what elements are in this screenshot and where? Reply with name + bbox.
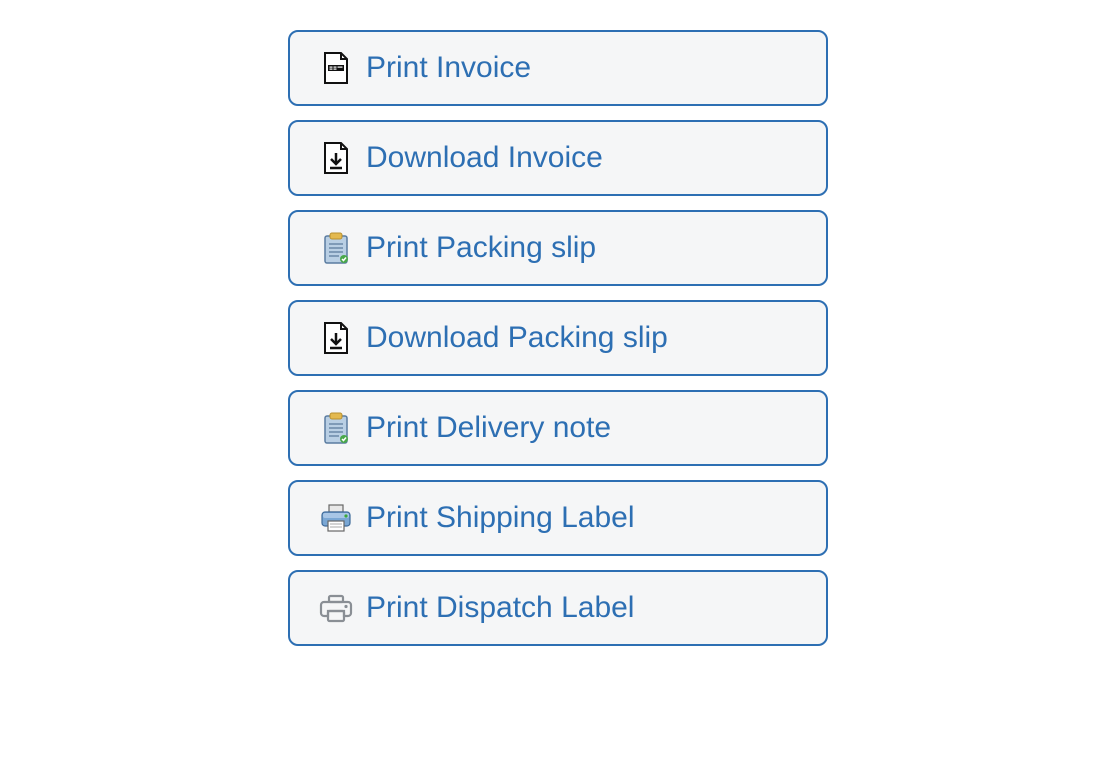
print-packing-slip-button[interactable]: Print Packing slip: [288, 210, 828, 286]
download-invoice-button[interactable]: Download Invoice: [288, 120, 828, 196]
print-shipping-label-button[interactable]: Print Shipping Label: [288, 480, 828, 556]
printer-solid-icon: [318, 500, 354, 536]
print-invoice-button[interactable]: Print Invoice: [288, 30, 828, 106]
button-label: Download Packing slip: [366, 320, 798, 356]
print-delivery-note-button[interactable]: Print Delivery note: [288, 390, 828, 466]
button-label: Print Shipping Label: [366, 500, 798, 536]
button-label: Download Invoice: [366, 140, 798, 176]
button-label: Print Packing slip: [366, 230, 798, 266]
print-dispatch-label-button[interactable]: Print Dispatch Label: [288, 570, 828, 646]
download-file-icon: [318, 140, 354, 176]
action-button-list: Print Invoice Download Invoice: [288, 30, 828, 646]
button-label: Print Delivery note: [366, 410, 798, 446]
button-label: Print Invoice: [366, 50, 798, 86]
download-packing-slip-button[interactable]: Download Packing slip: [288, 300, 828, 376]
clipboard-icon: [318, 410, 354, 446]
download-file-icon: [318, 320, 354, 356]
button-label: Print Dispatch Label: [366, 590, 798, 626]
printer-outline-icon: [318, 590, 354, 626]
clipboard-icon: [318, 230, 354, 266]
invoice-file-icon: [318, 50, 354, 86]
